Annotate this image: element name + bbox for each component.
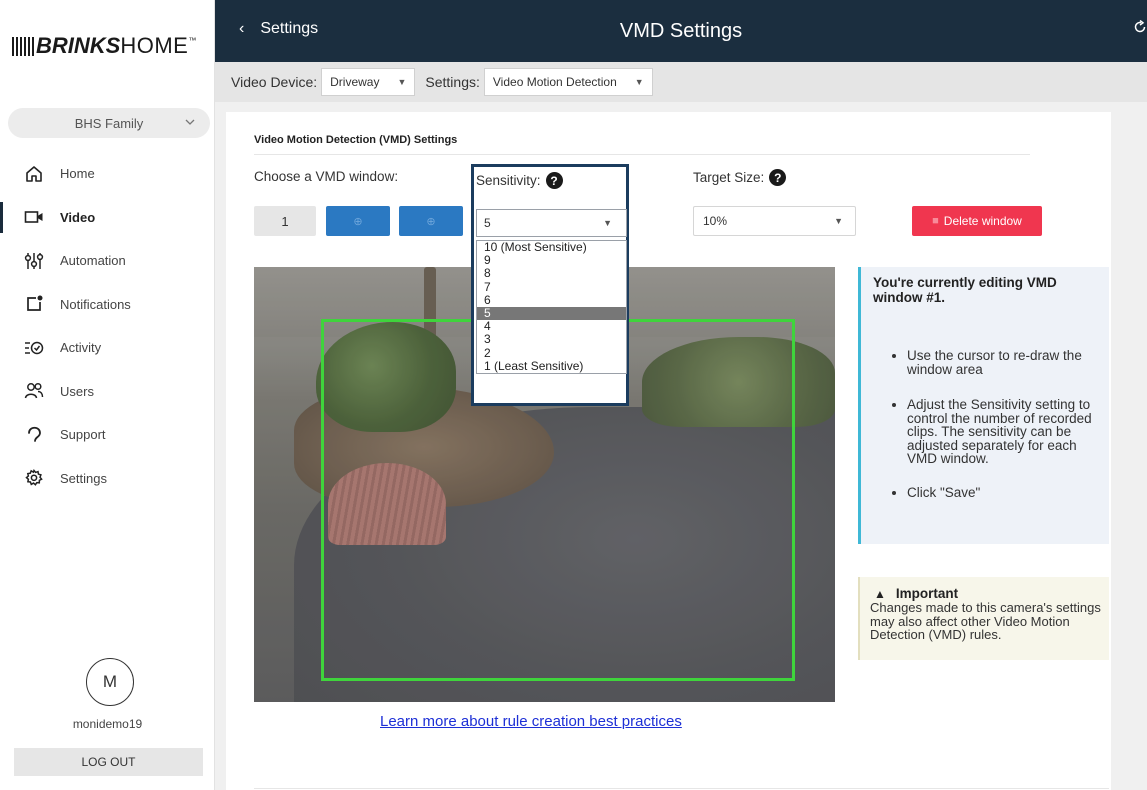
video-device-value: Driveway bbox=[330, 75, 380, 89]
sensitivity-option[interactable]: 2 bbox=[477, 346, 626, 360]
sidebar-item-label: Home bbox=[60, 166, 95, 182]
gear-icon bbox=[24, 468, 44, 488]
activity-icon bbox=[24, 338, 44, 358]
sidebar-item-label: Notifications bbox=[60, 296, 131, 312]
sensitivity-label: Sensitivity: bbox=[476, 173, 541, 188]
learn-more-link[interactable]: Learn more about rule creation best prac… bbox=[380, 713, 682, 730]
refresh-icon[interactable] bbox=[1133, 19, 1147, 39]
list-item: Adjust the Sensitivity setting to contro… bbox=[907, 398, 1097, 466]
settings-select[interactable]: Video Motion Detection ▼ bbox=[483, 68, 653, 96]
sidebar: BRINKS HOME ™ BHS Family Home Video Auto… bbox=[0, 0, 215, 790]
sensitivity-select[interactable]: 5 ▼ bbox=[476, 209, 627, 237]
sidebar-item-automation[interactable]: Automation bbox=[0, 239, 214, 283]
sidebar-item-label: Settings bbox=[60, 470, 107, 486]
sidebar-item-home[interactable]: Home bbox=[0, 152, 214, 196]
add-vmd-window-button[interactable]: ⊕ bbox=[399, 206, 463, 236]
sensitivity-label-row: Sensitivity: ? bbox=[476, 172, 563, 189]
account-select[interactable]: BHS Family bbox=[8, 108, 210, 138]
divider bbox=[254, 788, 1109, 789]
sidebar-item-label: Automation bbox=[60, 253, 126, 269]
nav-menu: Home Video Automation Notifications Acti… bbox=[0, 152, 214, 500]
divider bbox=[254, 154, 1030, 155]
info-title: You're currently editing VMD window #1. bbox=[873, 275, 1057, 305]
caret-down-icon: ▼ bbox=[834, 216, 843, 226]
sensitivity-option[interactable]: 10 (Most Sensitive) bbox=[477, 240, 626, 254]
sidebar-item-video[interactable]: Video bbox=[0, 196, 214, 240]
target-size-select[interactable]: 10% ▼ bbox=[693, 206, 856, 236]
plus-circle-icon: ⊕ bbox=[426, 215, 436, 228]
sidebar-item-label: Activity bbox=[60, 340, 102, 356]
warning-icon: ▲ bbox=[874, 586, 886, 601]
info-list: Use the cursor to re-draw the window are… bbox=[873, 349, 1097, 499]
logo-tm: ™ bbox=[188, 36, 197, 45]
sensitivity-dropdown: Sensitivity: ? 5 ▼ 10 (Most Sensitive) 9… bbox=[471, 164, 629, 406]
sidebar-item-users[interactable]: Users bbox=[0, 370, 214, 414]
target-size-label-row: Target Size: ? bbox=[693, 169, 787, 186]
list-item: Click "Save" bbox=[907, 485, 1097, 500]
help-icon[interactable]: ? bbox=[545, 172, 563, 189]
vmd-settings-card: Video Motion Detection (VMD) Settings Ch… bbox=[226, 112, 1111, 790]
important-notice: ▲ Important Changes made to this camera'… bbox=[858, 577, 1109, 660]
settings-value: Video Motion Detection bbox=[492, 75, 617, 89]
sensitivity-option[interactable]: 9 bbox=[477, 253, 626, 267]
logo-bars-icon bbox=[12, 36, 34, 56]
card-title: Video Motion Detection (VMD) Settings bbox=[254, 134, 458, 146]
username: monidemo19 bbox=[72, 717, 143, 731]
sidebar-item-support[interactable]: Support bbox=[0, 413, 214, 457]
sensitivity-options-list: 10 (Most Sensitive) 9 8 7 6 5 4 3 2 1 (L… bbox=[476, 240, 627, 374]
sensitivity-option-selected[interactable]: 5 bbox=[477, 306, 626, 321]
account-name: BHS Family bbox=[74, 115, 144, 131]
users-icon bbox=[24, 381, 44, 401]
caret-down-icon: ▼ bbox=[397, 77, 407, 87]
sensitivity-option[interactable]: 6 bbox=[477, 293, 626, 307]
avatar-initial: M bbox=[102, 672, 118, 691]
target-size-label: Target Size: bbox=[693, 170, 765, 185]
sensitivity-option[interactable]: 4 bbox=[477, 319, 626, 333]
brinks-home-logo[interactable]: BRINKS HOME ™ bbox=[12, 33, 197, 58]
trash-icon: ■ bbox=[932, 215, 939, 227]
avatar[interactable]: M bbox=[86, 658, 134, 706]
important-heading-row: ▲ Important bbox=[872, 586, 1109, 601]
sidebar-item-label: Users bbox=[60, 383, 94, 399]
sidebar-item-notifications[interactable]: Notifications bbox=[0, 283, 214, 327]
sidebar-item-label: Support bbox=[60, 427, 106, 443]
sensitivity-option[interactable]: 3 bbox=[477, 333, 626, 346]
chevron-down-icon bbox=[185, 119, 195, 125]
logo-home-text: HOME bbox=[120, 33, 189, 58]
filter-bar: Video Device: Driveway ▼ Settings: Video… bbox=[215, 62, 1147, 102]
video-camera-icon bbox=[24, 207, 44, 227]
caret-down-icon: ▼ bbox=[634, 77, 644, 87]
sensitivity-value: 5 bbox=[484, 216, 491, 230]
sidebar-item-activity[interactable]: Activity bbox=[0, 326, 214, 370]
logout-button[interactable]: LOG OUT bbox=[14, 748, 203, 776]
page-title: VMD Settings bbox=[619, 20, 743, 42]
important-body: Changes made to this camera's settings m… bbox=[870, 600, 1101, 642]
delete-window-label: Delete window bbox=[943, 214, 1022, 228]
video-device-select[interactable]: Driveway ▼ bbox=[321, 68, 416, 96]
sensitivity-option[interactable]: 1 (Least Sensitive) bbox=[477, 359, 626, 373]
delete-window-button[interactable]: ■ Delete window bbox=[912, 206, 1042, 236]
sensitivity-option[interactable]: 8 bbox=[477, 267, 626, 280]
video-device-label: Video Device: bbox=[231, 74, 318, 90]
list-item: Use the cursor to re-draw the window are… bbox=[907, 349, 1097, 376]
sliders-icon bbox=[24, 251, 44, 271]
important-heading: Important bbox=[895, 586, 959, 601]
settings-label: Settings: bbox=[425, 74, 480, 90]
choose-window-label: Choose a VMD window: bbox=[254, 169, 399, 184]
notification-icon bbox=[24, 294, 44, 314]
help-icon[interactable]: ? bbox=[769, 169, 787, 186]
home-icon bbox=[24, 164, 44, 184]
sidebar-item-settings[interactable]: Settings bbox=[0, 457, 214, 501]
sensitivity-option[interactable]: 7 bbox=[477, 280, 626, 294]
add-vmd-window-button[interactable]: ⊕ bbox=[326, 206, 390, 236]
target-size-value: 10% bbox=[703, 214, 728, 228]
vmd-window-1-button[interactable]: 1 bbox=[254, 206, 316, 236]
logo-brand-text: BRINKS bbox=[36, 33, 121, 58]
caret-down-icon: ▼ bbox=[603, 218, 612, 228]
support-icon bbox=[24, 425, 44, 445]
sidebar-item-label: Video bbox=[60, 209, 96, 225]
plus-circle-icon: ⊕ bbox=[353, 215, 363, 228]
top-bar: ‹ Settings VMD Settings bbox=[215, 0, 1147, 62]
info-panel: You're currently editing VMD window #1. … bbox=[858, 267, 1109, 544]
